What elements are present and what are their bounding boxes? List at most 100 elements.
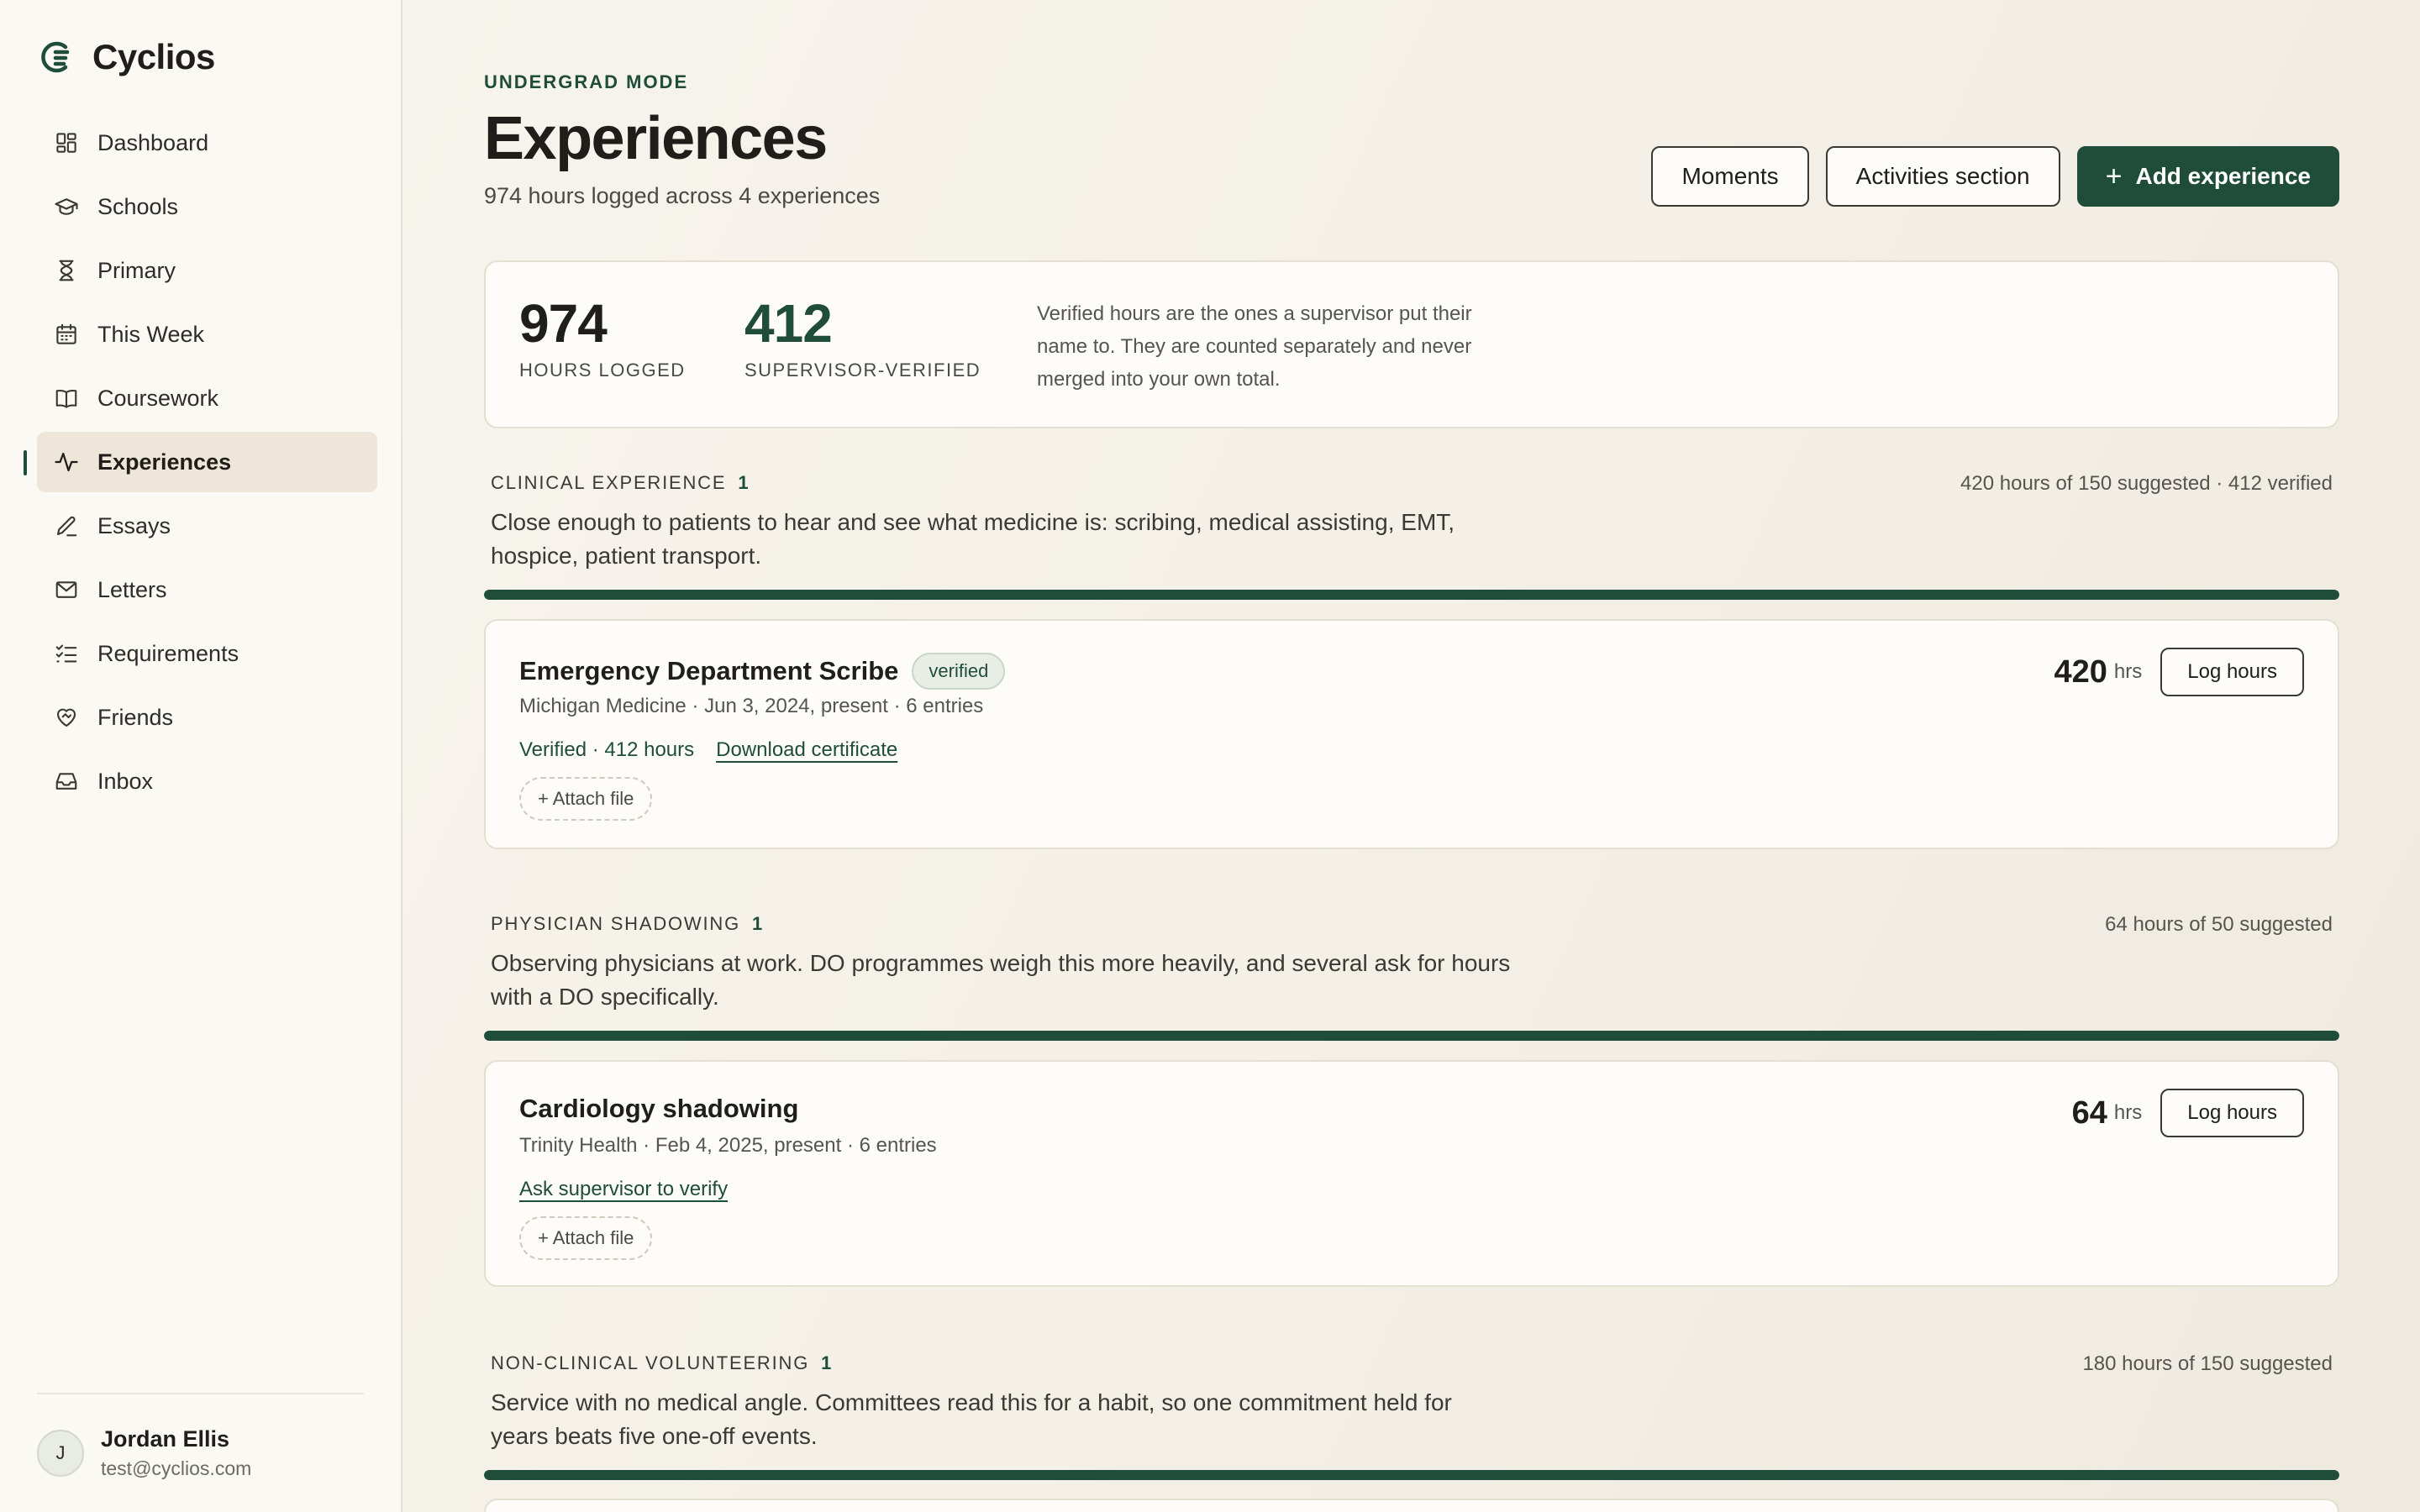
heart-handshake-icon — [56, 708, 76, 727]
sidebar-item-essays[interactable]: Essays — [37, 496, 377, 556]
experience-title: Cardiology shadowing — [519, 1094, 799, 1123]
section-label: NON-CLINICAL VOLUNTEERING 1 — [491, 1352, 831, 1374]
plus-icon: + — [2105, 160, 2123, 192]
calendar-icon — [56, 323, 76, 344]
section-header: NON-CLINICAL VOLUNTEERING 1 180 hours of … — [484, 1352, 2339, 1386]
ask-supervisor-verify-link[interactable]: Ask supervisor to verify — [519, 1178, 728, 1201]
section-summary: 420 hours of 150 suggested · 412 verifie… — [1960, 472, 2333, 495]
experience-card[interactable]: Cardiology shadowing Trinity Health · Fe… — [484, 1060, 2339, 1287]
sidebar-item-label: Inbox — [97, 768, 154, 794]
stat-label: SUPERVISOR-VERIFIED — [744, 360, 981, 381]
grid-icon — [56, 133, 76, 153]
cyclios-logo-icon — [41, 41, 70, 73]
section-header: CLINICAL EXPERIENCE 1 420 hours of 150 su… — [484, 472, 2339, 506]
log-hours-button[interactable]: Log hours — [2160, 648, 2304, 696]
section-header: PHYSICIAN SHADOWING 1 64 hours of 50 sugg… — [484, 913, 2339, 947]
mail-icon — [55, 581, 77, 598]
sidebar-item-dashboard[interactable]: Dashboard — [37, 113, 377, 173]
section-label: PHYSICIAN SHADOWING 1 — [491, 913, 762, 935]
hours-value: 64 — [2071, 1095, 2107, 1131]
experience-card[interactable]: Emergency Department Scribe verified Mic… — [484, 619, 2339, 849]
user-name: Jordan Ellis — [101, 1426, 230, 1452]
hourglass-icon — [59, 260, 74, 281]
stat-label: HOURS LOGGED — [519, 360, 686, 381]
sidebar-nav: Dashboard Schools Primary This Week Cour… — [24, 113, 377, 811]
experience-card[interactable] — [484, 1499, 2339, 1512]
stat-value: 412 — [744, 293, 833, 354]
section-clinical-experience: CLINICAL EXPERIENCE 1 420 hours of 150 su… — [484, 472, 2339, 573]
activity-icon — [55, 452, 78, 472]
sidebar: Cyclios Dashboard Schools Primary This W… — [0, 0, 402, 1512]
experience-title: Emergency Department Scribe — [519, 656, 899, 685]
progress-fill — [484, 1470, 2339, 1480]
section-description: Service with no medical angle. Committee… — [491, 1389, 1452, 1449]
section-count: 1 — [752, 913, 763, 934]
avatar: J — [37, 1430, 84, 1477]
section-progress-bar — [484, 1031, 2339, 1041]
page-subtitle: 974 hours logged across 4 experiences — [484, 183, 881, 208]
sidebar-item-schools[interactable]: Schools — [37, 176, 377, 237]
sidebar-item-label: Experiences — [97, 449, 232, 475]
main-content: UNDERGRAD MODE Experiences 974 hours log… — [402, 0, 2420, 1512]
log-hours-button[interactable]: Log hours — [2160, 1089, 2304, 1137]
sidebar-item-label: Friends — [97, 704, 174, 730]
section-count: 1 — [821, 1352, 832, 1373]
verified-badge: verified — [912, 653, 1006, 690]
sidebar-item-coursework[interactable]: Coursework — [37, 368, 377, 428]
user-email: test@cyclios.com — [101, 1457, 252, 1479]
section-summary: 180 hours of 150 suggested — [2082, 1352, 2333, 1375]
moments-button[interactable]: Moments — [1651, 146, 1809, 207]
inbox-icon — [55, 773, 77, 790]
section-description: Observing physicians at work. DO program… — [491, 950, 1511, 1010]
sidebar-item-label: Coursework — [97, 385, 219, 411]
user-profile[interactable]: J Jordan Ellis test@cyclios.com — [37, 1393, 364, 1512]
hours-unit: hrs — [2113, 660, 2143, 683]
verification-row: Verified · 412 hours Download certificat… — [519, 738, 897, 762]
hours-box: 420 hrs Log hours — [2054, 648, 2304, 696]
section-label-text: NON-CLINICAL VOLUNTEERING — [491, 1352, 810, 1373]
sidebar-item-letters[interactable]: Letters — [37, 559, 377, 620]
brand-name: Cyclios — [92, 37, 215, 76]
sidebar-item-label: Essays — [97, 512, 171, 538]
header-actions: Moments Activities section + Add experie… — [1651, 146, 2339, 207]
sidebar-item-this-week[interactable]: This Week — [37, 304, 377, 365]
sidebar-item-requirements[interactable]: Requirements — [37, 623, 377, 684]
stat-value: 974 — [519, 293, 608, 354]
sidebar-item-label: Dashboard — [97, 129, 209, 155]
add-experience-button[interactable]: + Add experience — [2076, 146, 2339, 207]
graduation-cap-icon — [55, 198, 78, 215]
stats-note: Verified hours are the ones a supervisor… — [1037, 302, 1472, 391]
hours-value: 420 — [2054, 654, 2107, 690]
hours-box: 64 hrs Log hours — [2072, 1089, 2304, 1137]
section-summary: 64 hours of 50 suggested — [2105, 913, 2333, 936]
sidebar-item-primary[interactable]: Primary — [37, 240, 377, 301]
verified-hours-text: Verified · 412 hours — [519, 738, 695, 761]
section-physician-shadowing: PHYSICIAN SHADOWING 1 64 hours of 50 sugg… — [484, 913, 2339, 1014]
experience-title-row: Cardiology shadowing — [519, 1094, 798, 1124]
download-certificate-link[interactable]: Download certificate — [716, 738, 897, 762]
progress-fill — [484, 590, 2339, 600]
attach-file-button[interactable]: + Attach file — [519, 1216, 653, 1260]
attach-file-button[interactable]: + Attach file — [519, 777, 653, 821]
section-progress-bar — [484, 1470, 2339, 1480]
page-title: Experiences — [484, 105, 828, 172]
sidebar-item-inbox[interactable]: Inbox — [37, 751, 377, 811]
section-non-clinical-volunteering: NON-CLINICAL VOLUNTEERING 1 180 hours of … — [484, 1352, 2339, 1453]
sidebar-item-label: Schools — [97, 193, 179, 219]
experience-title-row: Emergency Department Scribe verified — [519, 653, 1006, 690]
brand[interactable]: Cyclios — [37, 29, 377, 86]
checklist-icon — [55, 644, 77, 663]
book-icon — [55, 389, 77, 408]
sidebar-item-experiences[interactable]: Experiences — [24, 432, 377, 492]
sidebar-item-label: Letters — [97, 576, 167, 602]
activities-section-button[interactable]: Activities section — [1825, 146, 2060, 207]
section-description: Close enough to patients to hear and see… — [491, 509, 1455, 569]
stats-card: 974 HOURS LOGGED 412 SUPERVISOR-VERIFIED… — [484, 260, 2339, 428]
pen-icon — [56, 516, 77, 537]
experience-meta: Trinity Health · Feb 4, 2025, present · … — [519, 1134, 937, 1157]
stat-supervisor-verified: 412 SUPERVISOR-VERIFIED — [744, 292, 981, 381]
sidebar-item-friends[interactable]: Friends — [37, 687, 377, 748]
experience-meta: Michigan Medicine · Jun 3, 2024, present… — [519, 695, 984, 717]
sidebar-item-label: Primary — [97, 257, 176, 283]
sidebar-item-label: Requirements — [97, 640, 239, 666]
